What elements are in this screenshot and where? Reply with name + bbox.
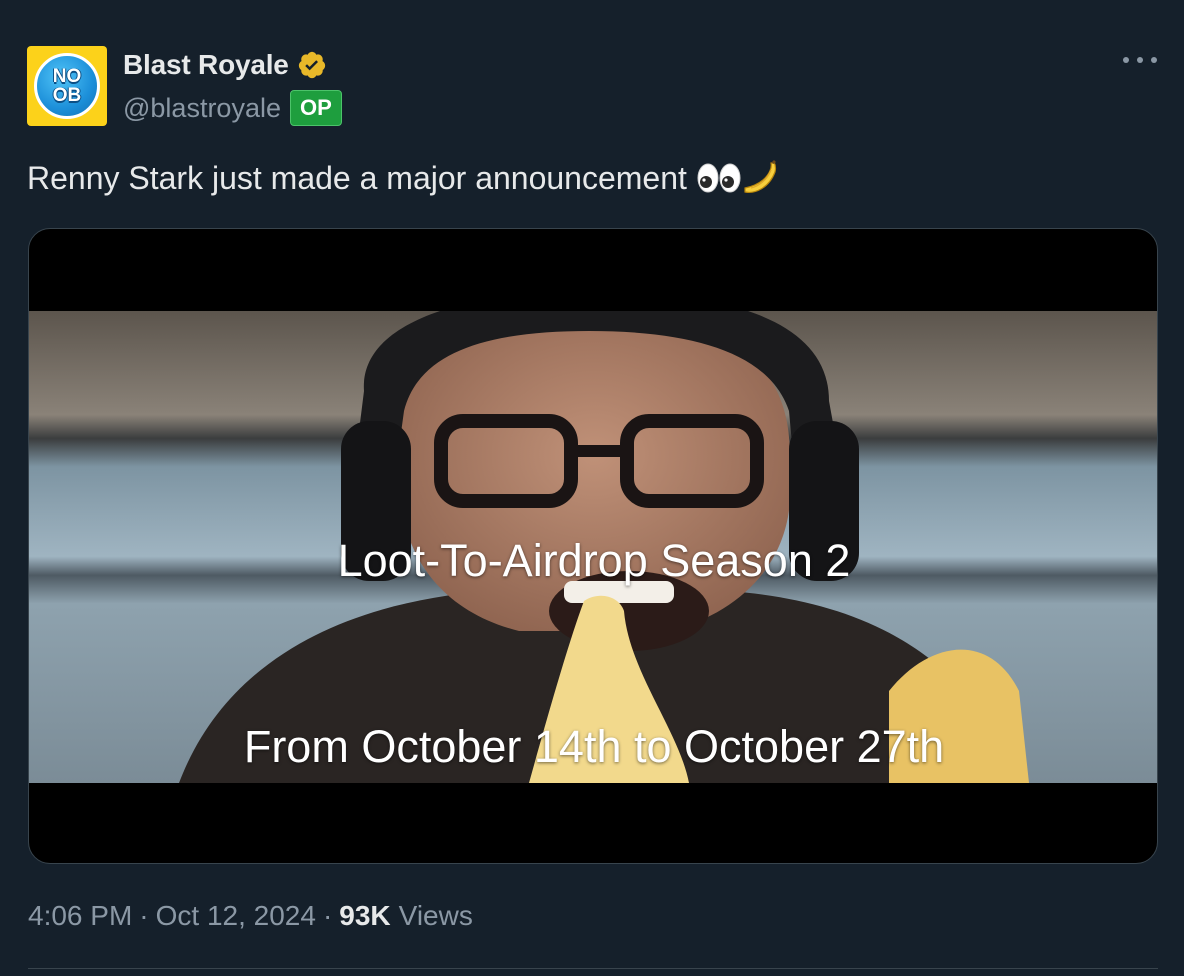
avatar[interactable]: NO OB	[27, 46, 107, 126]
verified-badge-icon[interactable]	[297, 50, 327, 80]
more-dot	[1151, 57, 1157, 63]
eyes-emoji	[697, 163, 741, 193]
tweet-meta: 4:06 PM · Oct 12, 2024 · 93K Views	[28, 900, 473, 932]
more-options-icon[interactable]	[1123, 50, 1157, 70]
video-frame[interactable]: Loot-To-Airdrop Season 2 From October 14…	[29, 311, 1157, 783]
avatar-text-bottom: OB	[52, 85, 82, 106]
video-caption-dates: From October 14th to October 27th	[243, 721, 945, 772]
tweet-body: Renny Stark just made a major announceme…	[27, 158, 781, 198]
handle[interactable]: @blastroyale	[123, 93, 281, 124]
name-row: Blast Royale	[123, 49, 327, 81]
video-player[interactable]: Loot-To-Airdrop Season 2 From October 14…	[28, 228, 1158, 864]
video-caption-title: Loot-To-Airdrop Season 2	[337, 535, 851, 586]
more-dot	[1123, 57, 1129, 63]
tweet-text: Renny Stark just made a major announceme…	[27, 159, 687, 196]
display-name[interactable]: Blast Royale	[123, 49, 289, 81]
tweet-emoji-group	[697, 158, 781, 198]
tweet-time[interactable]: 4:06 PM	[28, 900, 132, 932]
more-dot	[1137, 57, 1143, 63]
separator: ·	[139, 900, 149, 931]
avatar-text-top: NO	[52, 66, 82, 87]
tweet-date[interactable]: Oct 12, 2024	[156, 900, 316, 932]
banana-emoji	[744, 160, 776, 193]
views-count[interactable]: 93K	[339, 900, 390, 932]
avatar-logo: NO OB	[34, 53, 100, 119]
tweet-header: NO OB Blast Royale @blastroyale OP	[27, 46, 1157, 126]
divider	[28, 968, 1158, 969]
separator: ·	[322, 900, 333, 931]
handle-row: @blastroyale OP	[123, 90, 342, 126]
op-badge: OP	[289, 90, 342, 126]
views-label[interactable]: Views	[399, 900, 473, 932]
